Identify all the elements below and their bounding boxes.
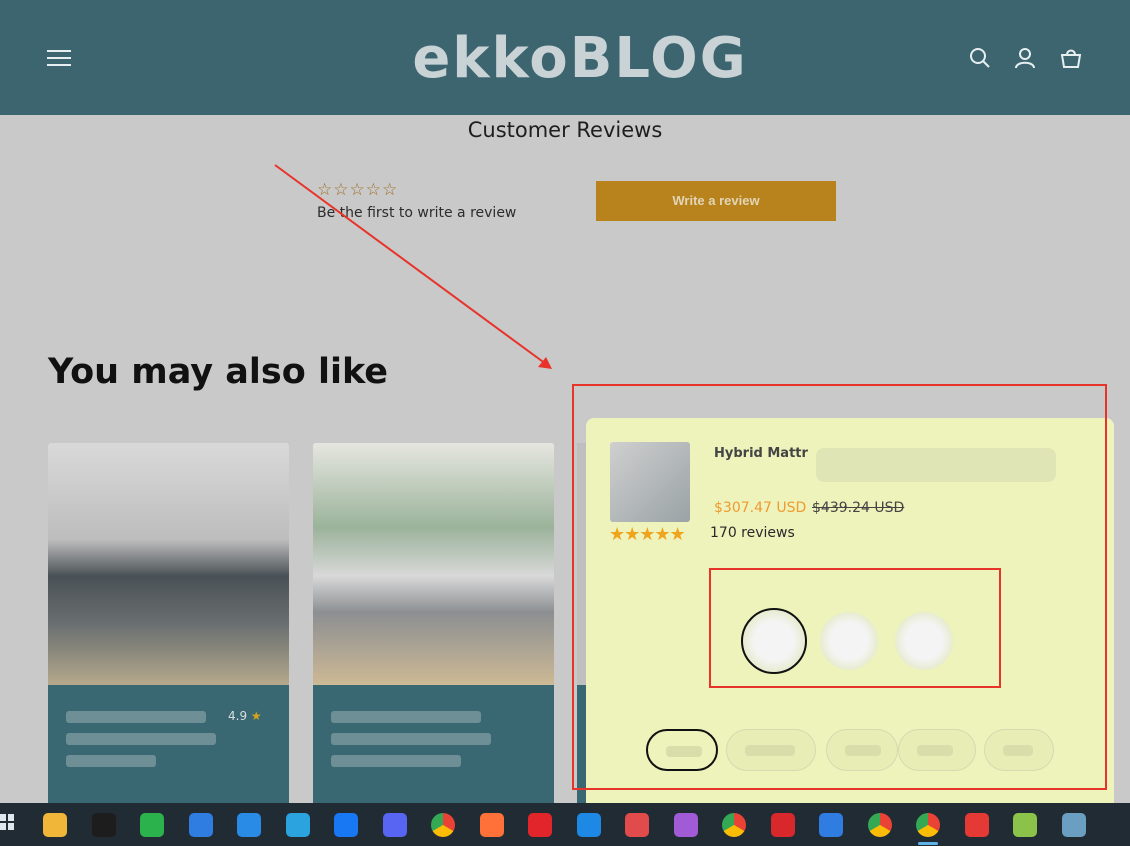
monitor-icon[interactable] (1061, 813, 1086, 837)
firefox-icon[interactable] (479, 813, 504, 837)
facebook-icon[interactable] (334, 813, 358, 837)
windows-start-icon[interactable] (0, 814, 14, 832)
netease-icon[interactable] (528, 813, 552, 837)
chrome-icon[interactable] (867, 813, 892, 837)
file-explorer-icon[interactable] (43, 813, 67, 837)
feishu-icon[interactable] (819, 813, 843, 837)
wechat-icon[interactable] (140, 813, 164, 837)
qq-icon[interactable] (91, 813, 116, 837)
taskbar (0, 803, 1130, 846)
telegram-icon[interactable] (285, 813, 310, 837)
notes-icon[interactable] (1013, 813, 1037, 837)
wps-icon[interactable] (770, 813, 795, 837)
cat-icon[interactable] (673, 813, 698, 837)
feishu-icon[interactable] (188, 813, 213, 837)
chrome-icon[interactable] (431, 813, 455, 837)
edge-icon[interactable] (576, 813, 601, 837)
chrome-icon[interactable] (916, 813, 940, 845)
music-icon[interactable] (625, 813, 649, 837)
chrome-icon[interactable] (722, 813, 746, 837)
color-icon[interactable] (964, 813, 989, 837)
annotation-box-variants (709, 568, 1001, 688)
discord-icon[interactable] (382, 813, 407, 837)
browser-icon[interactable] (237, 813, 261, 837)
